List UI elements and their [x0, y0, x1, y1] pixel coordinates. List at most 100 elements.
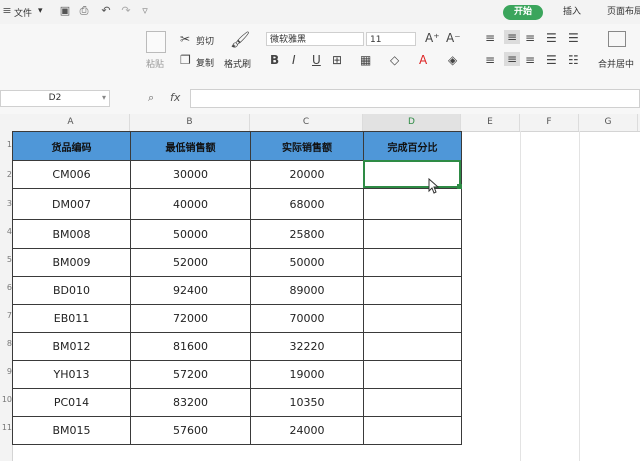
- border-icon[interactable]: ⊞: [332, 53, 342, 67]
- clear-format-icon[interactable]: ◈: [448, 53, 457, 67]
- table-cell[interactable]: 68000: [250, 188, 364, 220]
- table-cell[interactable]: 72000: [130, 304, 251, 333]
- table-cell[interactable]: BD010: [12, 276, 131, 305]
- file-dropdown-icon[interactable]: ▾: [38, 6, 43, 16]
- table-cell[interactable]: BM015: [12, 416, 131, 445]
- table-cell[interactable]: 10350: [250, 388, 364, 417]
- row-header[interactable]: 3: [0, 199, 12, 208]
- table-cell[interactable]: 52000: [130, 248, 251, 277]
- table-cell[interactable]: 81600: [130, 332, 251, 361]
- tab-insert[interactable]: 插入: [563, 5, 581, 20]
- table-cell[interactable]: [363, 360, 462, 389]
- column-header-a[interactable]: A: [12, 114, 130, 131]
- table-cell[interactable]: 30000: [130, 160, 251, 189]
- fill-pattern-icon[interactable]: ▦: [360, 53, 371, 67]
- table-cell[interactable]: EB011: [12, 304, 131, 333]
- cut-button[interactable]: 剪切: [196, 34, 214, 47]
- table-cell[interactable]: 25800: [250, 219, 364, 249]
- distributed-icon[interactable]: ☷: [568, 53, 579, 67]
- table-cell[interactable]: 20000: [250, 160, 364, 189]
- fill-color-icon[interactable]: ◇: [390, 53, 399, 67]
- font-color-icon[interactable]: A: [419, 53, 427, 67]
- row-header[interactable]: 9: [0, 367, 12, 376]
- column-header-c[interactable]: C: [250, 114, 363, 131]
- row-header[interactable]: 8: [0, 339, 12, 348]
- zoom-icon[interactable]: ⌕: [148, 91, 154, 105]
- formula-input[interactable]: [190, 89, 640, 108]
- column-header-d[interactable]: D: [363, 114, 461, 131]
- header-min-sales[interactable]: 最低销售额: [130, 131, 251, 161]
- table-cell[interactable]: 57200: [130, 360, 251, 389]
- align-right-icon[interactable]: ≡: [525, 53, 535, 67]
- paste-button[interactable]: 粘贴: [146, 57, 164, 70]
- bold-icon[interactable]: B: [270, 53, 279, 67]
- row-header[interactable]: 6: [0, 283, 12, 292]
- file-menu[interactable]: 文件: [14, 6, 32, 19]
- header-completion-percent[interactable]: 完成百分比: [363, 131, 462, 161]
- table-cell[interactable]: 50000: [250, 248, 364, 277]
- row-header[interactable]: 2: [0, 170, 12, 179]
- table-cell[interactable]: [363, 332, 462, 361]
- copy-button[interactable]: 复制: [196, 56, 214, 69]
- table-cell[interactable]: 50000: [130, 219, 251, 249]
- tab-page-layout[interactable]: 页面布局: [607, 5, 640, 20]
- font-shrink-icon[interactable]: A⁻: [446, 31, 461, 45]
- table-cell[interactable]: BM012: [12, 332, 131, 361]
- save-icon[interactable]: ▣: [59, 5, 71, 17]
- table-cell[interactable]: 92400: [130, 276, 251, 305]
- italic-icon[interactable]: I: [292, 53, 296, 67]
- justify-icon[interactable]: ☰: [546, 53, 557, 67]
- align-middle-icon[interactable]: ≡: [504, 30, 520, 44]
- column-header-g[interactable]: G: [579, 114, 638, 131]
- align-top-icon[interactable]: ≡: [485, 31, 495, 45]
- redo-icon[interactable]: ↷: [120, 5, 132, 17]
- table-cell[interactable]: [363, 248, 462, 277]
- table-cell[interactable]: [363, 304, 462, 333]
- table-cell[interactable]: 70000: [250, 304, 364, 333]
- table-cell[interactable]: 83200: [130, 388, 251, 417]
- table-cell[interactable]: BM008: [12, 219, 131, 249]
- merge-icon[interactable]: [608, 31, 626, 47]
- column-header-b[interactable]: B: [130, 114, 250, 131]
- table-cell[interactable]: CM006: [12, 160, 131, 189]
- table-cell[interactable]: DM007: [12, 188, 131, 220]
- undo-icon[interactable]: ↶: [100, 5, 112, 17]
- table-cell[interactable]: [363, 188, 462, 220]
- name-box-dropdown-icon[interactable]: ▾: [102, 93, 106, 102]
- column-header-f[interactable]: F: [520, 114, 579, 131]
- paste-icon[interactable]: [146, 31, 166, 53]
- customize-icon[interactable]: ▿: [139, 5, 151, 17]
- table-cell[interactable]: 57600: [130, 416, 251, 445]
- function-icon[interactable]: fx: [170, 91, 180, 104]
- table-cell[interactable]: 32220: [250, 332, 364, 361]
- table-cell[interactable]: [363, 219, 462, 249]
- column-header-e[interactable]: E: [461, 114, 520, 131]
- table-cell[interactable]: PC014: [12, 388, 131, 417]
- row-header[interactable]: 10: [0, 395, 12, 404]
- merge-center-button[interactable]: 合并居中: [598, 57, 634, 70]
- fill-handle[interactable]: [457, 184, 462, 189]
- row-header[interactable]: 1: [0, 140, 12, 149]
- indent-icon[interactable]: ☰: [568, 31, 579, 45]
- scissors-icon[interactable]: ✂: [180, 32, 190, 46]
- name-box[interactable]: D2: [0, 90, 110, 107]
- wrap-icon[interactable]: ☰: [546, 31, 557, 45]
- row-header[interactable]: 7: [0, 311, 12, 320]
- print-icon[interactable]: ⎙: [78, 5, 90, 17]
- row-header[interactable]: 5: [0, 255, 12, 264]
- brush-icon[interactable]: 🖌: [230, 30, 250, 49]
- table-cell[interactable]: 89000: [250, 276, 364, 305]
- header-actual-sales[interactable]: 实际销售额: [250, 131, 364, 161]
- row-header[interactable]: 4: [0, 227, 12, 236]
- table-cell[interactable]: [363, 416, 462, 445]
- table-cell[interactable]: [363, 388, 462, 417]
- header-product-code[interactable]: 货品编码: [12, 131, 131, 161]
- align-bottom-icon[interactable]: ≡: [525, 31, 535, 45]
- underline-icon[interactable]: U: [312, 53, 321, 67]
- table-cell[interactable]: 24000: [250, 416, 364, 445]
- row-header[interactable]: 11: [0, 423, 12, 432]
- font-grow-icon[interactable]: A⁺: [425, 31, 440, 45]
- table-cell[interactable]: BM009: [12, 248, 131, 277]
- table-cell[interactable]: 40000: [130, 188, 251, 220]
- table-cell[interactable]: [363, 276, 462, 305]
